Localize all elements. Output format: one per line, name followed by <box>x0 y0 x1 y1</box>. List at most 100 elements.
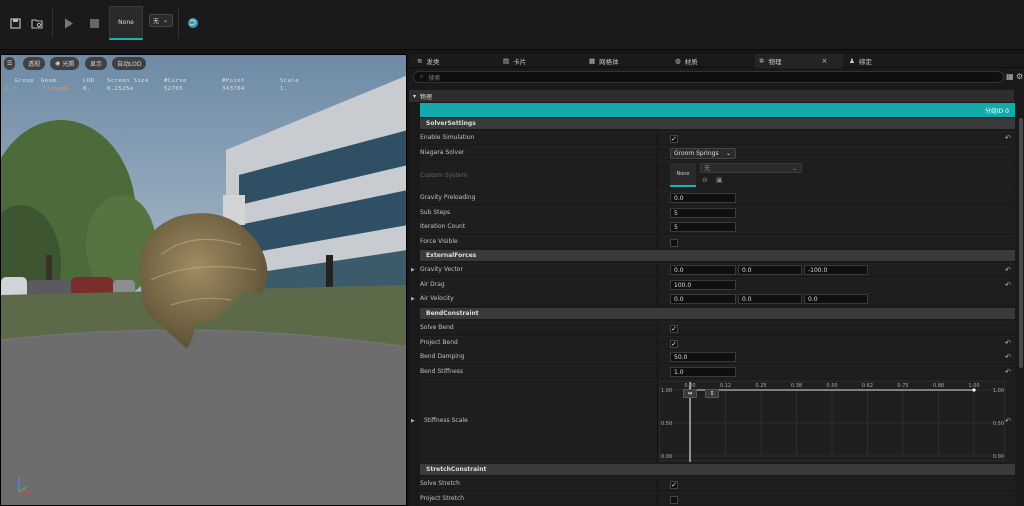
expand-arrow-icon[interactable]: ▶ <box>411 296 415 302</box>
panel-scrollbar[interactable] <box>1019 118 1023 368</box>
search-input[interactable]: ⌕ 搜索 <box>413 71 1004 83</box>
lighting-label: 光照 <box>62 61 75 68</box>
project-bend-checkbox[interactable]: ✓ <box>670 340 678 348</box>
bend-stiffness-input[interactable]: 1.0 <box>670 367 736 377</box>
tab-meshes[interactable]: ▦ 网格体 <box>585 54 665 68</box>
show-button[interactable]: 显示 <box>85 57 108 70</box>
stiffness-scale-curve-editor[interactable]: 0.00 0.12 0.25 0.38 0.50 0.62 0.75 0.88 1.00 1.00… <box>659 381 1006 462</box>
group-id-header[interactable]: 分组ID 0 <box>420 103 1015 117</box>
close-icon[interactable]: × <box>821 57 827 65</box>
settings-icon[interactable]: ⚙ <box>1016 72 1023 81</box>
perspective-button[interactable]: 透视 <box>23 57 46 70</box>
iteration-count-input[interactable]: 5 <box>670 222 736 232</box>
enable-simulation-checkbox[interactable]: ✓ <box>670 135 678 143</box>
stat-value-scale: 1. <box>280 86 288 92</box>
solve-bend-checkbox[interactable]: ✓ <box>670 325 678 333</box>
tab-label: 物理 <box>768 58 782 66</box>
y-tick-label-left: 0.00 <box>661 454 672 460</box>
tab-binding[interactable]: ♟ 绑定 <box>845 54 925 68</box>
viewport[interactable]: ☰ 透视 ◉ 光照 显示 自动LOD Group Geom. LOD Screen… <box>0 54 407 506</box>
reset-icon[interactable]: ↶ <box>1005 368 1011 376</box>
asset-thumbnail[interactable]: None <box>109 6 143 40</box>
stat-header-group: Group <box>15 78 35 84</box>
reset-icon[interactable]: ↶ <box>1005 134 1011 142</box>
gravity-preloading-input[interactable]: 0.0 <box>670 193 736 203</box>
section-bend-constraint[interactable]: BendConstraint <box>420 308 1015 319</box>
main-toolbar: None 无 ⌄ <box>0 0 1024 50</box>
row-label: Solve Bend <box>420 324 454 331</box>
x-tick-label: 0.25 <box>755 383 766 389</box>
air-velocity-y-input[interactable]: 0.0 <box>738 294 802 304</box>
fit-horizontal-icon[interactable]: ⇹ <box>683 389 697 398</box>
tab-cards[interactable]: ▤ 卡片 <box>499 54 579 68</box>
physics-icon: ✲ <box>759 57 765 65</box>
row-label: Enable Simulation <box>420 134 475 141</box>
category-physics[interactable]: ▾ 物理 <box>409 90 1014 102</box>
auto-lod-button[interactable]: 自动LOD <box>112 57 147 70</box>
row-label: Custom System <box>420 172 468 179</box>
custom-system-dropdown[interactable]: 无 ⌄ <box>700 163 802 173</box>
project-stretch-checkbox[interactable] <box>670 496 678 504</box>
row-label: Bend Damping <box>420 353 465 360</box>
row-label: Project Stretch <box>420 495 465 502</box>
stat-value-curve: 52705 <box>164 86 184 92</box>
browse-folder-icon[interactable]: ▣ <box>716 176 723 184</box>
fit-vertical-icon[interactable]: ⇕ <box>705 389 719 398</box>
show-label: 显示 <box>90 61 103 68</box>
force-visible-checkbox[interactable] <box>670 239 678 247</box>
sub-steps-input[interactable]: 5 <box>670 208 736 218</box>
tab-materials[interactable]: ◍ 材质 <box>671 54 751 68</box>
tab-physics[interactable]: ✲ 物理 × <box>755 54 843 68</box>
stat-header-lod: LOD <box>83 78 95 84</box>
lighting-button[interactable]: ◉ 光照 <box>50 57 80 70</box>
toolbar-dropdown[interactable]: 无 ⌄ <box>149 14 173 27</box>
reset-icon[interactable]: ↶ <box>1005 281 1011 289</box>
row-gravity-vector: Gravity Vector 0.0 0.0 -100.0 <box>420 263 1015 276</box>
play-icon[interactable] <box>58 12 80 34</box>
save-icon[interactable] <box>4 12 26 34</box>
air-drag-input[interactable]: 100.0 <box>670 280 736 290</box>
hamburger-icon[interactable]: ☰ <box>4 57 16 70</box>
chevron-down-icon: ⌄ <box>791 165 797 172</box>
section-solver-settings[interactable]: SolverSettings <box>420 118 1015 129</box>
expand-arrow-icon[interactable]: ▶ <box>411 418 415 424</box>
stop-icon[interactable] <box>83 12 105 34</box>
reset-icon[interactable]: ↶ <box>1005 339 1011 347</box>
curve-key[interactable] <box>972 388 976 392</box>
custom-system-thumbnail[interactable]: None <box>670 163 696 187</box>
use-selected-icon[interactable]: ⊖ <box>702 176 708 184</box>
gravity-x-input[interactable]: 0.0 <box>670 265 736 275</box>
chevron-down-icon: ▾ <box>413 92 417 100</box>
tab-hair-strands[interactable]: ≋ 发类 <box>413 54 493 68</box>
gravity-y-input[interactable]: 0.0 <box>738 265 802 275</box>
reset-icon[interactable]: ↶ <box>1005 266 1011 274</box>
section-stretch-constraint[interactable]: StretchConstraint <box>420 464 1015 475</box>
browse-icon[interactable] <box>26 12 48 34</box>
row-label: Solve Stretch <box>420 480 460 487</box>
reset-icon[interactable]: ↶ <box>1005 353 1011 361</box>
air-velocity-x-input[interactable]: 0.0 <box>670 294 736 304</box>
grid-view-icon[interactable]: ▦ <box>1006 72 1014 81</box>
row-label: Air Velocity <box>420 295 454 302</box>
bend-damping-input[interactable]: 50.0 <box>670 352 736 362</box>
solve-stretch-checkbox[interactable]: ✓ <box>670 481 678 489</box>
row-enable-simulation: Enable Simulation ✓ <box>420 131 1015 144</box>
chevron-down-icon: ⌄ <box>725 150 731 157</box>
y-tick-label-right: 0.50 <box>993 421 1004 427</box>
row-label: Niagara Solver <box>420 149 465 156</box>
globe-icon[interactable] <box>182 12 204 34</box>
niagara-solver-dropdown[interactable]: Groom Springs ⌄ <box>670 148 736 159</box>
stat-value-point: 343704 <box>222 86 245 92</box>
y-tick-label-right: 1.00 <box>993 388 1004 394</box>
cards-icon: ▤ <box>503 57 510 65</box>
stat-value-lod: 0. <box>83 86 91 92</box>
chevron-down-icon: ⌄ <box>163 17 169 24</box>
air-velocity-z-input[interactable]: 0.0 <box>804 294 868 304</box>
row-bend-stiffness: Bend Stiffness 1.0 <box>420 365 1015 378</box>
expand-arrow-icon[interactable]: ▶ <box>411 267 415 273</box>
perspective-label: 透视 <box>28 61 41 68</box>
row-label: Air Drag <box>420 281 445 288</box>
y-tick-label-left: 0.50 <box>661 421 672 427</box>
gravity-z-input[interactable]: -100.0 <box>804 265 868 275</box>
section-external-forces[interactable]: ExternalForces <box>420 250 1015 261</box>
